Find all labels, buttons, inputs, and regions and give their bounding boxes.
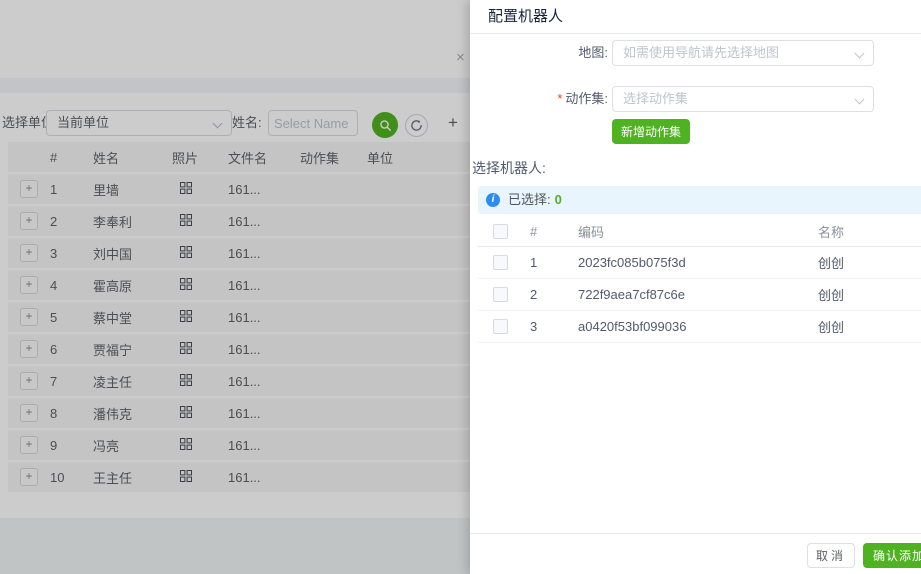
row-checkbox[interactable] [493, 255, 508, 270]
robot-row: 2 722f9aea7cf87c6e 创创 [478, 279, 921, 311]
col-name: 名称 [808, 222, 921, 241]
cancel-button[interactable]: 取消 [807, 543, 855, 568]
actionset-label: *动作集: [470, 86, 608, 112]
drawer-title: 配置机器人 [488, 0, 563, 33]
robot-code: 722f9aea7cf87c6e [568, 287, 808, 302]
chevron-down-icon [855, 95, 865, 105]
footer-divider [470, 533, 921, 534]
robot-table: # 编码 名称 1 2023fc085b075f3d 创创 2 722f9aea… [478, 216, 921, 343]
close-icon[interactable]: × [456, 50, 465, 65]
map-select-placeholder: 如需使用导航请先选择地图 [623, 45, 779, 60]
chevron-down-icon [855, 49, 865, 59]
robot-index: 2 [514, 287, 568, 302]
robot-table-header: # 编码 名称 [478, 216, 921, 247]
actionset-select-placeholder: 选择动作集 [623, 91, 688, 106]
row-checkbox[interactable] [493, 319, 508, 334]
add-actionset-button[interactable]: 新增动作集 [612, 119, 690, 144]
col-code: 编码 [568, 222, 808, 241]
map-select[interactable]: 如需使用导航请先选择地图 [612, 40, 874, 66]
robot-name: 创创 [808, 317, 921, 336]
selected-count-alert: i 已选择: 0 [478, 186, 921, 214]
selected-text: 已选择: [508, 192, 551, 207]
col-index: # [514, 224, 568, 239]
select-all-checkbox[interactable] [493, 224, 508, 239]
robot-code: 2023fc085b075f3d [568, 255, 808, 270]
title-divider [470, 33, 921, 34]
info-icon: i [486, 193, 500, 207]
selected-count: 0 [555, 192, 562, 207]
robot-index: 3 [514, 319, 568, 334]
robot-index: 1 [514, 255, 568, 270]
robot-name: 创创 [808, 253, 921, 272]
robot-name: 创创 [808, 285, 921, 304]
robot-row: 1 2023fc085b075f3d 创创 [478, 247, 921, 279]
required-mark: * [557, 91, 562, 106]
actionset-select[interactable]: 选择动作集 [612, 86, 874, 112]
map-label: 地图: [470, 40, 608, 66]
row-checkbox[interactable] [493, 287, 508, 302]
select-robot-label: 选择机器人: [472, 158, 546, 178]
robot-row: 3 a0420f53bf099036 创创 [478, 311, 921, 343]
confirm-add-button[interactable]: 确认添加 [863, 543, 921, 568]
configure-robot-drawer: 配置机器人 地图: 如需使用导航请先选择地图 *动作集: 选择动作集 新增动作集… [470, 0, 921, 574]
robot-code: a0420f53bf099036 [568, 319, 808, 334]
